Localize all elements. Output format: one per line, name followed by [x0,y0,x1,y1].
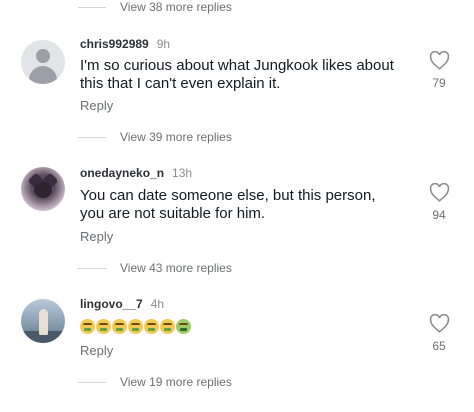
nauseated-face-emoji [160,319,175,334]
view-more-replies-label: View 39 more replies [120,130,232,144]
like-button[interactable]: 94 [426,183,452,222]
view-more-replies-label: View 43 more replies [120,261,232,275]
like-count: 79 [432,76,446,90]
comment-item: onedayneko_n 13h You can date someone el… [0,163,474,259]
view-more-replies[interactable]: View 38 more replies [78,0,232,15]
heart-outline-icon[interactable] [429,314,450,333]
comment-time: 13h [172,166,193,180]
avatar[interactable] [21,299,65,343]
reply-button[interactable]: Reply [80,98,113,113]
view-more-replies-label: View 38 more replies [120,0,232,14]
comment-time: 9h [156,37,171,51]
avatar-head-shape [36,49,50,63]
avatar-figure-shape [39,309,48,335]
avatar-body-shape [29,66,57,84]
view-more-replies-label: View 19 more replies [120,375,232,389]
nauseated-face-emoji [144,319,159,334]
comment-username-row[interactable]: lingovo__7 4h [80,297,164,311]
nauseated-face-emoji [96,319,111,334]
divider-line [78,6,106,8]
comment-text: You can date someone else, but this pers… [80,187,376,222]
divider-line [78,381,106,383]
view-more-replies[interactable]: View 19 more replies [78,374,232,390]
nauseated-face-emoji [80,319,95,334]
avatar-face-shape [34,182,52,198]
nauseated-face-emoji [128,319,143,334]
heart-outline-icon[interactable] [429,183,450,202]
comment-username[interactable]: chris992989 [80,37,149,51]
divider-line [78,267,106,269]
comment-time: 4h [150,297,165,311]
comment-emoji-row [80,319,191,334]
nauseated-face-emoji [112,319,127,334]
like-button[interactable]: 79 [426,51,452,90]
nauseated-face-emoji [176,319,191,334]
reply-button[interactable]: Reply [80,343,113,358]
heart-outline-icon[interactable] [429,51,450,70]
like-count: 94 [432,208,446,222]
like-button[interactable]: 65 [426,314,452,353]
comment-username[interactable]: onedayneko_n [80,166,164,180]
avatar[interactable] [21,40,65,84]
comment-username-row[interactable]: onedayneko_n 13h [80,166,192,180]
like-count: 65 [432,339,446,353]
reply-button[interactable]: Reply [80,229,113,244]
divider-line [78,136,106,138]
comment-username-row[interactable]: chris992989 9h [80,37,170,51]
comment-item: lingovo__7 4h Reply 65 [0,294,474,364]
view-more-replies[interactable]: View 39 more replies [78,129,232,145]
comment-item: chris992989 9h I'm so curious about what… [0,34,474,130]
comment-username[interactable]: lingovo__7 [80,297,143,311]
comment-text: I'm so curious about what Jungkook likes… [80,57,394,92]
avatar[interactable] [21,167,65,211]
view-more-replies[interactable]: View 43 more replies [78,260,232,276]
